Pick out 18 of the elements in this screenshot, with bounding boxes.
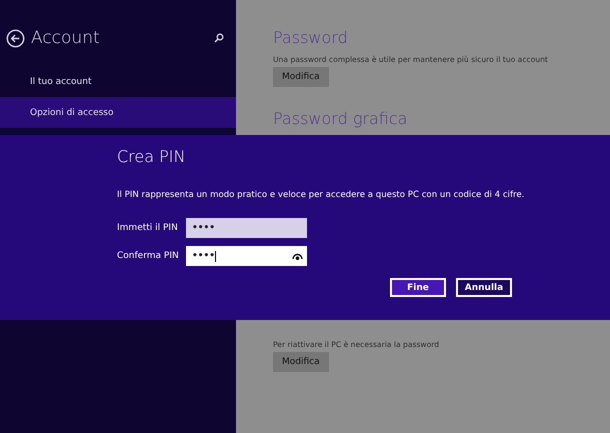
dialog-title: Crea PIN <box>117 147 186 166</box>
pin-field[interactable]: •••• <box>186 218 307 238</box>
modify-button[interactable]: Modifica <box>273 67 329 87</box>
pin-field[interactable]: •••• <box>186 246 307 266</box>
modify-button[interactable]: Modifica <box>273 352 329 372</box>
dialog-button[interactable]: Fine <box>390 278 446 297</box>
back-icon[interactable] <box>6 28 25 48</box>
sidebar-item[interactable]: Il tuo account <box>0 66 236 97</box>
eye-icon[interactable] <box>292 252 303 260</box>
section-heading: Password grafica <box>273 109 408 128</box>
sidebar-item[interactable]: Opzioni di accesso <box>0 97 236 128</box>
field-label: Conferma PIN <box>117 251 180 261</box>
section-heading: Password <box>273 28 348 47</box>
dialog-button[interactable]: Annulla <box>456 278 512 297</box>
search-icon[interactable] <box>214 33 224 43</box>
field-label: Immetti il PIN <box>117 223 179 233</box>
dialog-message: Il PIN rappresenta un modo pratico e veloce per accedere a questo PC con un codice di 4 cifre. <box>117 190 526 200</box>
page-title: Account <box>31 28 101 48</box>
